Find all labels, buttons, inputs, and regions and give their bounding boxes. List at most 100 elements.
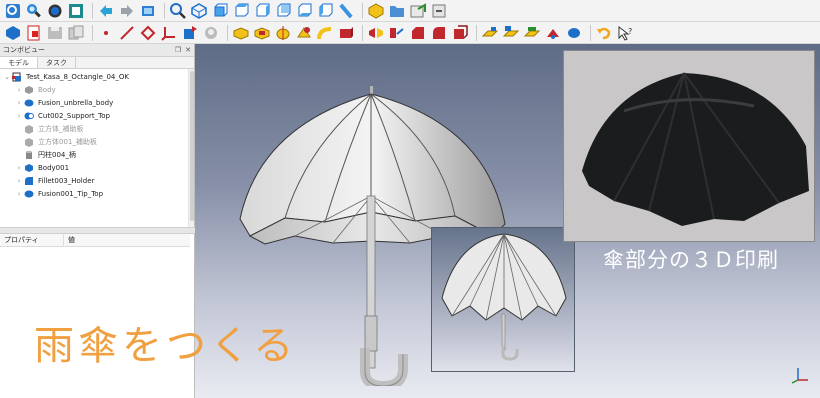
tree-item-cube-support[interactable]: 立方体_補助板: [24, 123, 84, 135]
expand-arrow-icon[interactable]: ›: [14, 112, 24, 120]
zoom-select-icon[interactable]: [169, 2, 187, 20]
undo-icon[interactable]: [595, 24, 613, 42]
left-icon[interactable]: [316, 2, 334, 20]
fillet-icon: [25, 177, 33, 185]
bounding-box-icon[interactable]: [67, 2, 85, 20]
tree-item-label: Body001: [38, 164, 70, 172]
thickness-icon[interactable]: [502, 24, 520, 42]
revolution-icon[interactable]: [274, 24, 292, 42]
tree-scrollbar[interactable]: [188, 69, 194, 229]
tree-item-document[interactable]: ⌄ Test_Kasa_8_Octangle_04_OK: [2, 71, 129, 83]
forward-icon[interactable]: [118, 2, 136, 20]
macro-icon[interactable]: [430, 2, 448, 20]
tab-model[interactable]: モデル: [0, 57, 38, 68]
point-icon[interactable]: [97, 24, 115, 42]
pad-icon[interactable]: [232, 24, 250, 42]
whatsthis-icon[interactable]: ?: [616, 24, 634, 42]
page-title: 雨傘をつくる: [34, 323, 298, 369]
plane-icon[interactable]: [139, 24, 157, 42]
toolbar-separator: [92, 24, 93, 41]
shape-binder-icon[interactable]: [181, 24, 199, 42]
toolbar-partdesign: ?: [0, 22, 820, 44]
mirror-icon[interactable]: [367, 24, 385, 42]
pattern-icon[interactable]: [388, 24, 406, 42]
zoom-icon[interactable]: [25, 2, 43, 20]
clone-icon[interactable]: [202, 24, 220, 42]
additive-pipe-icon[interactable]: [316, 24, 334, 42]
workbench-icon[interactable]: [139, 2, 157, 20]
scrollbar-thumb[interactable]: [190, 71, 194, 221]
cube-icon: [25, 125, 33, 134]
draw-style-icon[interactable]: [46, 2, 64, 20]
tree-item-cut002-support-top[interactable]: › Cut002_Support_Top: [14, 110, 110, 122]
printed-canopy-photo: [563, 50, 815, 242]
restore-icon[interactable]: ❐: [175, 46, 181, 54]
cylinder-icon: [26, 150, 32, 159]
tree-item-label: Test_Kasa_8_Octangle_04_OK: [26, 73, 129, 81]
rear-icon[interactable]: [274, 2, 292, 20]
black-canopy-image: [564, 51, 814, 241]
chamfer-icon[interactable]: [409, 24, 427, 42]
std-view-icon[interactable]: [4, 2, 22, 20]
right-icon[interactable]: [253, 2, 271, 20]
save-icon[interactable]: [46, 24, 64, 42]
inset-render-image: [431, 227, 575, 372]
body-blue-icon[interactable]: [565, 24, 583, 42]
panel-splitter[interactable]: [0, 227, 195, 234]
tree-item-fillet003-holder[interactable]: › Fillet003_Holder: [14, 175, 94, 187]
bottom-icon[interactable]: [295, 2, 313, 20]
toolbar-separator: [164, 2, 165, 19]
draft-icon[interactable]: [481, 24, 499, 42]
multi-transform-icon[interactable]: [523, 24, 541, 42]
tree-item-cube001-support[interactable]: 立方体001_補助板: [24, 136, 97, 148]
tree-item-body001[interactable]: › Body001: [14, 162, 69, 174]
value-column-header[interactable]: 値: [64, 234, 75, 246]
expand-arrow-icon[interactable]: ›: [14, 164, 24, 172]
tree-item-body[interactable]: › Body: [14, 84, 56, 96]
fillet-icon[interactable]: [430, 24, 448, 42]
tree-item-fusion001-tip-top[interactable]: › Fusion001_Tip_Top: [14, 188, 103, 200]
top-icon[interactable]: [232, 2, 250, 20]
umbrella-top-view: [441, 233, 567, 361]
tree-item-label: 円柱004_柄: [38, 151, 76, 159]
tree-item-label: 立方体001_補助板: [38, 138, 97, 146]
tree-item-label: Fillet003_Holder: [38, 177, 95, 185]
folder-icon[interactable]: [388, 2, 406, 20]
model-tree: ⌄ Test_Kasa_8_Octangle_04_OK › Body › Fu…: [0, 69, 194, 229]
toolbar-separator: [92, 2, 93, 19]
toolbar-separator: [476, 24, 477, 41]
expand-arrow-icon[interactable]: ›: [14, 99, 24, 107]
expand-arrow-icon[interactable]: ›: [14, 86, 24, 94]
shape-icon[interactable]: [544, 24, 562, 42]
close-icon[interactable]: ✕: [185, 46, 191, 54]
part-icon[interactable]: [367, 2, 385, 20]
subtractive-icon[interactable]: [337, 24, 355, 42]
expand-arrow-icon[interactable]: ›: [14, 177, 24, 185]
front-icon[interactable]: [211, 2, 229, 20]
body-icon: [25, 86, 33, 94]
line-icon[interactable]: [118, 24, 136, 42]
tree-item-label: Fusion_unbrella_body: [38, 99, 114, 107]
tree-item-label: Body: [38, 86, 56, 94]
expand-arrow-icon[interactable]: ›: [14, 190, 24, 198]
collapse-arrow-icon[interactable]: ⌄: [2, 73, 12, 81]
pocket-icon[interactable]: [253, 24, 271, 42]
measure-icon[interactable]: [337, 2, 355, 20]
tree-item-fusion-unbrella-body[interactable]: › Fusion_unbrella_body: [14, 97, 114, 109]
lcs-icon[interactable]: [160, 24, 178, 42]
tree-item-cylinder004-handle[interactable]: 円柱004_柄: [24, 149, 76, 161]
copy-icon[interactable]: [67, 24, 85, 42]
document-icon: [12, 72, 21, 82]
iso-icon[interactable]: [190, 2, 208, 20]
property-column-header[interactable]: プロパティ: [0, 234, 64, 246]
link-icon[interactable]: [409, 2, 427, 20]
boolean-icon[interactable]: [451, 24, 469, 42]
groove-icon[interactable]: [295, 24, 313, 42]
body-icon[interactable]: [4, 24, 22, 42]
back-icon[interactable]: [97, 2, 115, 20]
toolbar-separator: [227, 24, 228, 41]
combo-view-header: コンボビュー ❐ ✕: [0, 44, 194, 57]
new-doc-icon[interactable]: [25, 24, 43, 42]
tree-item-label: Cut002_Support_Top: [38, 112, 110, 120]
tab-tasks[interactable]: タスク: [38, 57, 76, 68]
